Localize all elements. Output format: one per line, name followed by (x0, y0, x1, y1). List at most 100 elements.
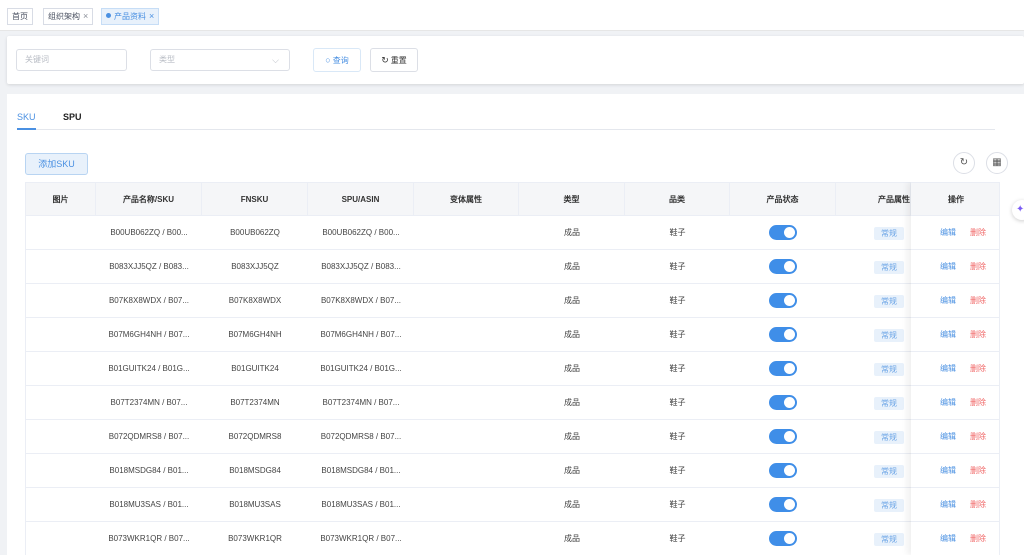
type-cell: 成品 (564, 398, 580, 407)
status-toggle[interactable] (769, 497, 797, 512)
type-cell: 成品 (564, 330, 580, 339)
toggle-knob (784, 227, 795, 238)
type-select[interactable]: 类型 ⌵ (150, 49, 290, 71)
delete-link[interactable]: 删除 (970, 318, 986, 351)
tag-label: 产品资料 (114, 12, 146, 21)
status-toggle[interactable] (769, 361, 797, 376)
table-row: B072QDMRS8 / B07... B072QDMRS8 B072QDMRS8 … (26, 420, 999, 454)
search-button[interactable]: ○ 查询 (313, 48, 361, 72)
reset-button-label: 重置 (390, 56, 407, 65)
spu-asin-cell: B083XJJ5QZ / B083... (321, 262, 401, 271)
type-cell: 成品 (564, 364, 580, 373)
delete-link[interactable]: 删除 (970, 420, 986, 453)
spu-asin-cell: B072QDMRS8 / B07... (320, 432, 402, 441)
actions-cell: 编辑 删除 (911, 284, 999, 317)
edit-link[interactable]: 编辑 (940, 284, 956, 317)
column-header-actions: 操作 (948, 195, 964, 204)
refresh-button[interactable]: ↻ (953, 152, 975, 174)
chevron-down-icon: ⌵ (272, 55, 279, 65)
table-header: 图片 产品名称/SKU FNSKU SPU/ASIN 变体属性 类型 品类 产品… (26, 182, 999, 217)
variant-attr-cell (414, 454, 519, 487)
actions-cell: 编辑 删除 (911, 250, 999, 283)
type-cell: 成品 (564, 432, 580, 441)
status-toggle[interactable] (769, 463, 797, 478)
reset-button[interactable]: ↻ 重置 (370, 48, 418, 72)
variant-attr-cell (414, 386, 519, 419)
delete-link[interactable]: 删除 (970, 454, 986, 487)
tag-label: 组织架构 (48, 12, 80, 21)
type-cell: 成品 (564, 534, 580, 543)
add-sku-button[interactable]: 添加SKU (25, 153, 88, 175)
actions-cell: 编辑 删除 (911, 420, 999, 453)
tag-org-structure[interactable]: 组织架构 × (43, 8, 94, 25)
spu-asin-cell: B07T2374MN / B07... (322, 398, 400, 407)
type-cell: 成品 (564, 228, 580, 237)
column-header-fnsku: FNSKU (202, 183, 308, 217)
refresh-icon: ↻ (959, 157, 969, 168)
status-toggle[interactable] (769, 327, 797, 342)
tag-home[interactable]: 首页 (7, 8, 33, 25)
status-toggle[interactable] (769, 429, 797, 444)
toggle-knob (784, 329, 795, 340)
toggle-knob (784, 499, 795, 510)
column-header-name-sku: 产品名称/SKU (96, 183, 202, 217)
delete-link[interactable]: 删除 (970, 352, 986, 385)
tab-sku[interactable]: SKU (17, 112, 36, 130)
column-header-image: 图片 (26, 183, 96, 217)
tab-spu[interactable]: SPU (63, 112, 82, 130)
edit-link[interactable]: 编辑 (940, 318, 956, 351)
category-cell: 鞋子 (669, 296, 686, 305)
spu-asin-cell: B00UB062ZQ / B00... (322, 228, 400, 237)
edit-link[interactable]: 编辑 (940, 216, 956, 249)
product-name-sku-cell: B07M6GH4NH / B07... (108, 330, 190, 339)
product-name-sku-cell: B083XJJ5QZ / B083... (109, 262, 189, 271)
edit-link[interactable]: 编辑 (940, 420, 956, 453)
edit-link[interactable]: 编辑 (940, 386, 956, 419)
product-name-sku-cell: B073WKR1QR / B07... (108, 534, 190, 543)
fnsku-cell: B07M6GH4NH (228, 330, 282, 339)
product-image-cell (26, 488, 96, 521)
tag-product-info[interactable]: 产品资料 × (101, 8, 160, 25)
status-toggle[interactable] (769, 531, 797, 546)
toggle-knob (784, 431, 795, 442)
category-cell: 鞋子 (669, 398, 686, 407)
delete-link[interactable]: 删除 (970, 284, 986, 317)
actions-cell: 编辑 删除 (911, 488, 999, 521)
category-cell: 鞋子 (669, 364, 686, 373)
search-icon: ○ (325, 55, 331, 65)
edit-link[interactable]: 编辑 (940, 352, 956, 385)
category-cell: 鞋子 (669, 500, 686, 509)
delete-link[interactable]: 删除 (970, 488, 986, 521)
tags-view-bar: 首页 组织架构 × 产品资料 × (0, 0, 1024, 31)
keyword-input[interactable]: 关键词 (16, 49, 127, 71)
column-settings-button[interactable]: ▦ (986, 152, 1008, 174)
toggle-knob (784, 397, 795, 408)
product-list-panel: SKU SPU 添加SKU ↻ ▦ 图片 产品名称/SKU FNSKU SPU/… (7, 94, 1024, 555)
edit-link[interactable]: 编辑 (940, 250, 956, 283)
delete-link[interactable]: 删除 (970, 250, 986, 283)
fnsku-cell: B00UB062ZQ (230, 228, 280, 237)
fnsku-cell: B073WKR1QR (228, 534, 282, 543)
attr-badge: 常规 (874, 329, 904, 342)
delete-link[interactable]: 删除 (970, 386, 986, 419)
edit-link[interactable]: 编辑 (940, 454, 956, 487)
close-icon[interactable]: × (83, 11, 88, 21)
edit-link[interactable]: 编辑 (940, 488, 956, 521)
status-toggle[interactable] (769, 259, 797, 274)
attr-badge: 常规 (874, 363, 904, 376)
column-header-category: 品类 (625, 183, 730, 217)
edit-link[interactable]: 编辑 (940, 522, 956, 555)
product-name-sku-cell: B018MSDG84 / B01... (109, 466, 189, 475)
product-image-cell (26, 352, 96, 385)
status-toggle[interactable] (769, 225, 797, 240)
product-name-sku-cell: B07K8X8WDX / B07... (108, 296, 190, 305)
delete-link[interactable]: 删除 (970, 216, 986, 249)
variant-attr-cell (414, 318, 519, 351)
product-name-sku-cell: B072QDMRS8 / B07... (108, 432, 190, 441)
status-toggle[interactable] (769, 395, 797, 410)
status-toggle[interactable] (769, 293, 797, 308)
actions-cell: 编辑 删除 (911, 352, 999, 385)
close-icon[interactable]: × (149, 11, 154, 21)
active-dot-icon (106, 13, 111, 18)
delete-link[interactable]: 删除 (970, 522, 986, 555)
